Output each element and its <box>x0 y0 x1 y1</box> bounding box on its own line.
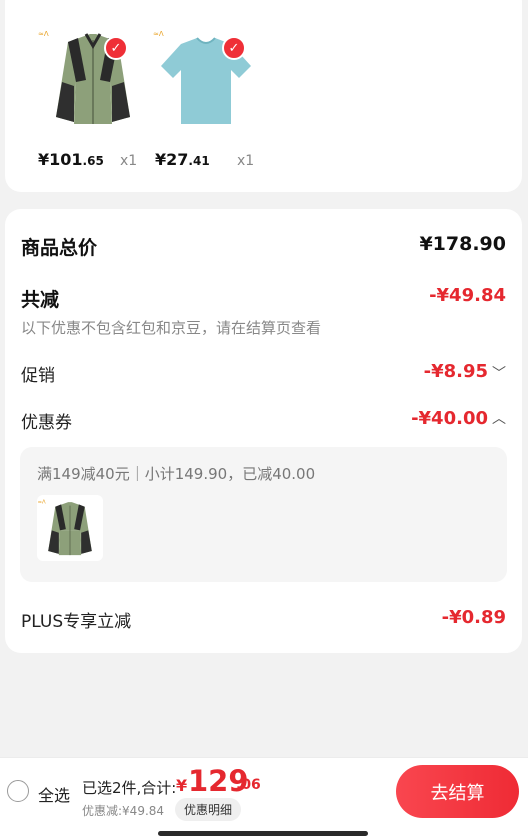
goods-total-label: 商品总价 <box>21 237 98 259</box>
checkout-button[interactable]: 去结算 <box>396 765 519 818</box>
product-image-jacket[interactable]: ≈Λ <box>38 22 148 134</box>
discount-detail-button[interactable]: 优惠明细 <box>175 798 242 821</box>
selected-count-text: 已选2件,合计: <box>82 779 177 797</box>
item-price: ¥101.65 <box>38 150 104 169</box>
price-summary-card: 商品总价 ¥178.90 共减 -¥49.84 以下优惠不包含红包和京豆，请在结… <box>5 209 522 653</box>
discount-note: 以下优惠不包含红包和京豆，请在结算页查看 <box>21 319 322 337</box>
coupon-product-thumbnail[interactable]: ≈Λ <box>37 495 103 561</box>
coupon-detail-box: 满149减40元｜小计149.90，已减40.00 ≈Λ <box>20 447 507 582</box>
product-image-tshirt[interactable]: ≈Λ <box>151 22 261 134</box>
discount-summary-text: 优惠减:¥49.84 <box>82 804 165 818</box>
checkmark-icon: ✓ <box>104 36 128 60</box>
checkmark-icon: ✓ <box>222 36 246 60</box>
total-currency-symbol: ¥ <box>176 776 188 795</box>
checkout-bar: 全选 已选2件,合计: ¥ 129 .06 优惠减:¥49.84 优惠明细 去结… <box>0 757 528 837</box>
coupon-row[interactable]: 优惠券 -¥40.00 ︿ <box>21 408 506 433</box>
goods-total-row: 商品总价 ¥178.90 <box>21 233 506 260</box>
home-indicator <box>158 831 368 836</box>
total-discount-label: 共减 <box>21 289 60 311</box>
total-discount-value: -¥49.84 <box>429 285 506 306</box>
plus-discount-value: -¥0.89 <box>441 607 506 628</box>
promotion-row[interactable]: 促销 -¥8.95 ﹀ <box>21 361 506 386</box>
total-discount-row: 共减 -¥49.84 <box>21 285 506 312</box>
chevron-up-icon[interactable]: ︿ <box>492 408 506 428</box>
item-price: ¥27.41 <box>155 150 210 169</box>
coupon-detail-text: 满149减40元｜小计149.90，已减40.00 <box>37 465 316 483</box>
svg-text:≈Λ: ≈Λ <box>38 30 49 38</box>
promotion-value: -¥8.95 <box>423 361 488 382</box>
item-quantity: x1 <box>237 153 255 169</box>
plus-discount-row: PLUS专享立减 -¥0.89 <box>21 607 506 632</box>
svg-text:≈Λ: ≈Λ <box>153 30 164 38</box>
select-all-label[interactable]: 全选 <box>38 782 70 806</box>
total-amount-decimal: .06 <box>236 777 261 793</box>
goods-total-value: ¥178.90 <box>419 233 506 255</box>
coupon-label: 优惠券 <box>21 413 72 433</box>
plus-discount-label: PLUS专享立减 <box>21 612 132 632</box>
promotion-label: 促销 <box>21 366 55 386</box>
product-image-jacket: ≈Λ <box>38 499 92 556</box>
item-quantity: x1 <box>120 153 138 169</box>
select-all-radio[interactable] <box>7 780 29 802</box>
coupon-value: -¥40.00 <box>411 408 488 429</box>
svg-text:≈Λ: ≈Λ <box>38 499 46 505</box>
selected-items-card: ≈Λ ✓ ¥101.65 x1 ≈Λ ✓ ¥27.41 x1 <box>5 0 522 192</box>
chevron-down-icon[interactable]: ﹀ <box>492 363 506 383</box>
